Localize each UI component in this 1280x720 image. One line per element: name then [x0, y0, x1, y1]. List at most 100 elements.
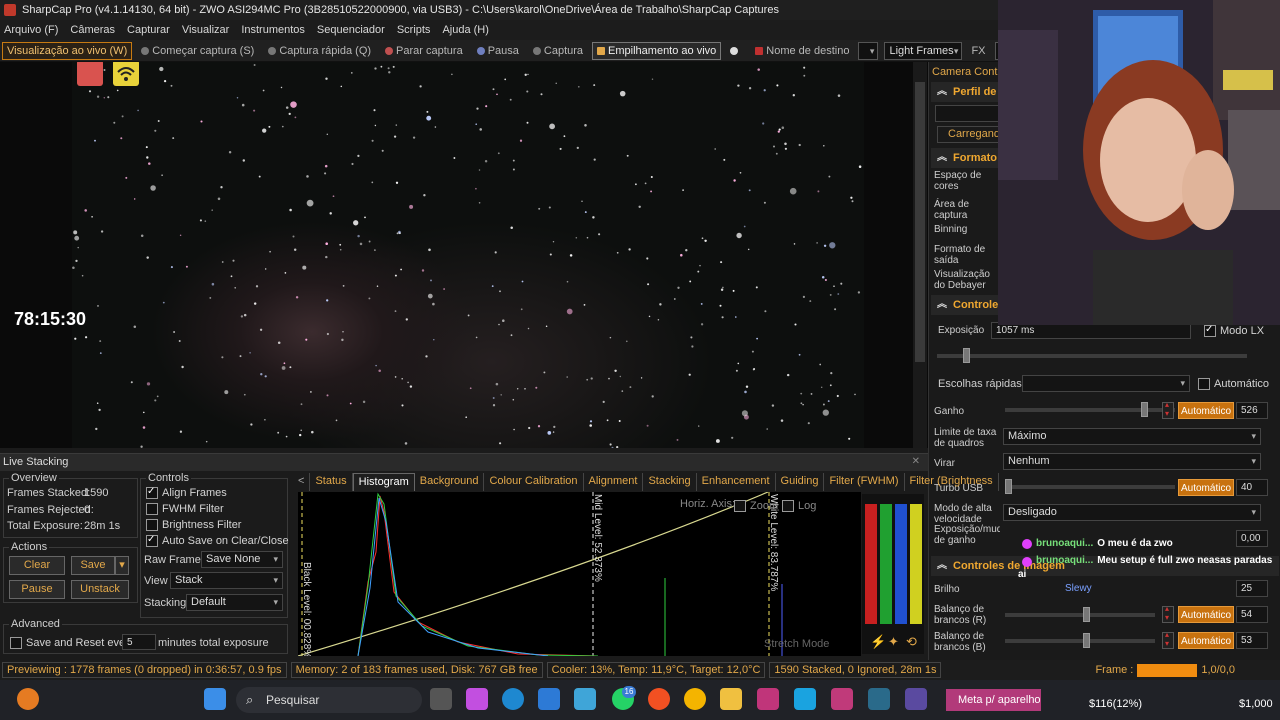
tab-enhancement[interactable]: Enhancement	[697, 473, 776, 491]
save-dropdown-button[interactable]: ▾	[115, 556, 129, 575]
menu-capture[interactable]: Capturar	[127, 24, 170, 36]
gain-slider[interactable]	[1005, 402, 1175, 417]
align-frames-checkbox[interactable]: Align Frames	[146, 486, 227, 499]
tab-alignment[interactable]: Alignment	[584, 473, 644, 491]
capture-button[interactable]: Captura	[528, 42, 588, 60]
wb-b-value[interactable]: 53	[1236, 632, 1268, 649]
tab-filter-brightness[interactable]: Filter (Brightness	[905, 473, 999, 491]
green-level-bar[interactable]	[880, 504, 892, 624]
wb-b-auto-button[interactable]: Automático	[1178, 632, 1234, 649]
stacking-select[interactable]: Default	[186, 594, 283, 611]
gain-slider-knob[interactable]	[1141, 402, 1148, 417]
weather-icon[interactable]	[17, 688, 39, 710]
red-level-bar[interactable]	[865, 504, 877, 624]
windows-start-icon[interactable]	[204, 688, 226, 710]
tab-colour-calibration[interactable]: Colour Calibration	[484, 473, 584, 491]
view-select[interactable]: Stack	[170, 572, 283, 589]
wb-b-stepper[interactable]	[1162, 630, 1174, 649]
quick-capture-button[interactable]: Captura rápida (Q)	[263, 42, 376, 60]
fwhm-filter-checkbox[interactable]: FWHM Filter	[146, 503, 224, 515]
menu-sequencer[interactable]: Sequenciador	[317, 24, 385, 36]
save-reset-checkbox[interactable]: Save and Reset every	[10, 637, 134, 649]
app-2-icon[interactable]	[831, 688, 853, 710]
store-icon[interactable]	[538, 688, 560, 710]
stop-capture-button[interactable]: Parar captura	[380, 42, 468, 60]
target-name-combo[interactable]	[858, 41, 879, 60]
lx-mode-checkbox[interactable]: Modo LX	[1204, 324, 1264, 337]
app-4-icon[interactable]	[905, 688, 927, 710]
save-button[interactable]: Save	[71, 556, 115, 575]
record-button[interactable]	[725, 42, 746, 60]
tab-histogram[interactable]: Histogram	[352, 473, 415, 491]
menu-file[interactable]: Arquivo (F)	[4, 24, 58, 36]
menu-help[interactable]: Ajuda (H)	[442, 24, 488, 36]
pause-button[interactable]: Pausa	[472, 42, 524, 60]
preview-scrollbar-thumb[interactable]	[915, 82, 925, 362]
automatic-checkbox[interactable]: Automático	[1198, 378, 1269, 390]
gain-stepper[interactable]	[1162, 400, 1174, 419]
frame-type-select[interactable]: Light Frames	[884, 41, 963, 60]
menu-view[interactable]: Visualizar	[182, 24, 230, 36]
wb-b-slider[interactable]	[1005, 633, 1155, 648]
exposure-slider-knob[interactable]	[963, 348, 970, 363]
brightness-filter-checkbox[interactable]: Brightness Filter	[146, 519, 241, 531]
flip-select[interactable]: Nenhum	[1003, 453, 1261, 470]
unstack-button[interactable]: Unstack	[71, 580, 129, 599]
tab-status[interactable]: Status	[310, 473, 353, 491]
tab-background[interactable]: Background	[415, 473, 485, 491]
tab-stacking[interactable]: Stacking	[643, 473, 697, 491]
frame-rate-select[interactable]: Máximo	[1003, 428, 1261, 445]
office-icon[interactable]	[648, 688, 670, 710]
exposure-slider[interactable]	[937, 348, 1247, 363]
raw-frames-select[interactable]: Save None	[201, 551, 283, 568]
chrome-icon[interactable]	[684, 688, 706, 710]
pause-stack-button[interactable]: Pause	[9, 580, 65, 599]
edge-icon[interactable]	[502, 688, 524, 710]
panel-close-icon[interactable]: ✕	[912, 456, 920, 467]
wb-r-stepper[interactable]	[1162, 604, 1174, 623]
live-view-button[interactable]: Visualização ao vivo (W)	[2, 41, 133, 60]
hispeed-select[interactable]: Desligado	[1003, 504, 1261, 521]
reset-icon[interactable]: ⟲	[906, 634, 917, 650]
gain-auto-button[interactable]: Automático	[1178, 402, 1234, 419]
wb-r-slider[interactable]	[1005, 607, 1155, 622]
usb-turbo-slider[interactable]	[1005, 479, 1175, 494]
tab-guiding[interactable]: Guiding	[776, 473, 825, 491]
wb-r-value[interactable]: 54	[1236, 606, 1268, 623]
obs-icon[interactable]	[757, 688, 779, 710]
histogram-display[interactable]: Black Level: 00.828% Mid Level: 52.373% …	[298, 492, 861, 656]
clear-button[interactable]: Clear	[9, 556, 65, 575]
tab-filter-fwhm[interactable]: Filter (FWHM)	[824, 473, 905, 491]
menu-scripts[interactable]: Scripts	[397, 24, 431, 36]
blue-level-bar[interactable]	[895, 504, 907, 624]
preview-scrollbar[interactable]	[913, 62, 927, 448]
log-checkbox[interactable]: Log	[782, 500, 816, 512]
menu-cameras[interactable]: Câmeras	[70, 24, 115, 36]
auto-stretch-icon[interactable]: ⚡	[870, 634, 886, 650]
quick-choices-select[interactable]	[1022, 375, 1190, 392]
taskbar-search[interactable]: ⌕ Pesquisar	[236, 687, 422, 713]
wb-b-knob[interactable]	[1083, 633, 1090, 648]
luminance-level-bar[interactable]	[910, 504, 922, 624]
usb-turbo-knob[interactable]	[1005, 479, 1012, 494]
tabs-scroll-left[interactable]: <	[293, 473, 311, 491]
task-view-icon[interactable]	[430, 688, 452, 710]
image-preview[interactable]: 78:15:30	[0, 62, 928, 448]
menu-tools[interactable]: Instrumentos	[241, 24, 305, 36]
usb-turbo-auto-button[interactable]: Automático	[1178, 479, 1234, 496]
wb-r-knob[interactable]	[1083, 607, 1090, 622]
live-stack-button[interactable]: Empilhamento ao vivo	[592, 41, 722, 60]
copilot-icon[interactable]	[466, 688, 488, 710]
color-level-sliders[interactable]: ⚡ ✦ ⟲	[862, 494, 924, 654]
save-reset-minutes-input[interactable]: 5	[122, 634, 156, 650]
sparkle-icon[interactable]: ✦	[888, 634, 899, 650]
gain-value[interactable]: 526	[1236, 402, 1268, 419]
app-icon[interactable]	[574, 688, 596, 710]
usb-turbo-value[interactable]: 40	[1236, 479, 1268, 496]
wb-r-auto-button[interactable]: Automático	[1178, 606, 1234, 623]
zoom-checkbox[interactable]: Zoom	[734, 500, 778, 512]
app-3-icon[interactable]	[868, 688, 890, 710]
start-capture-button[interactable]: Começar captura (S)	[136, 42, 259, 60]
file-explorer-icon[interactable]	[720, 688, 742, 710]
auto-save-checkbox[interactable]: Auto Save on Clear/Close	[146, 534, 289, 547]
